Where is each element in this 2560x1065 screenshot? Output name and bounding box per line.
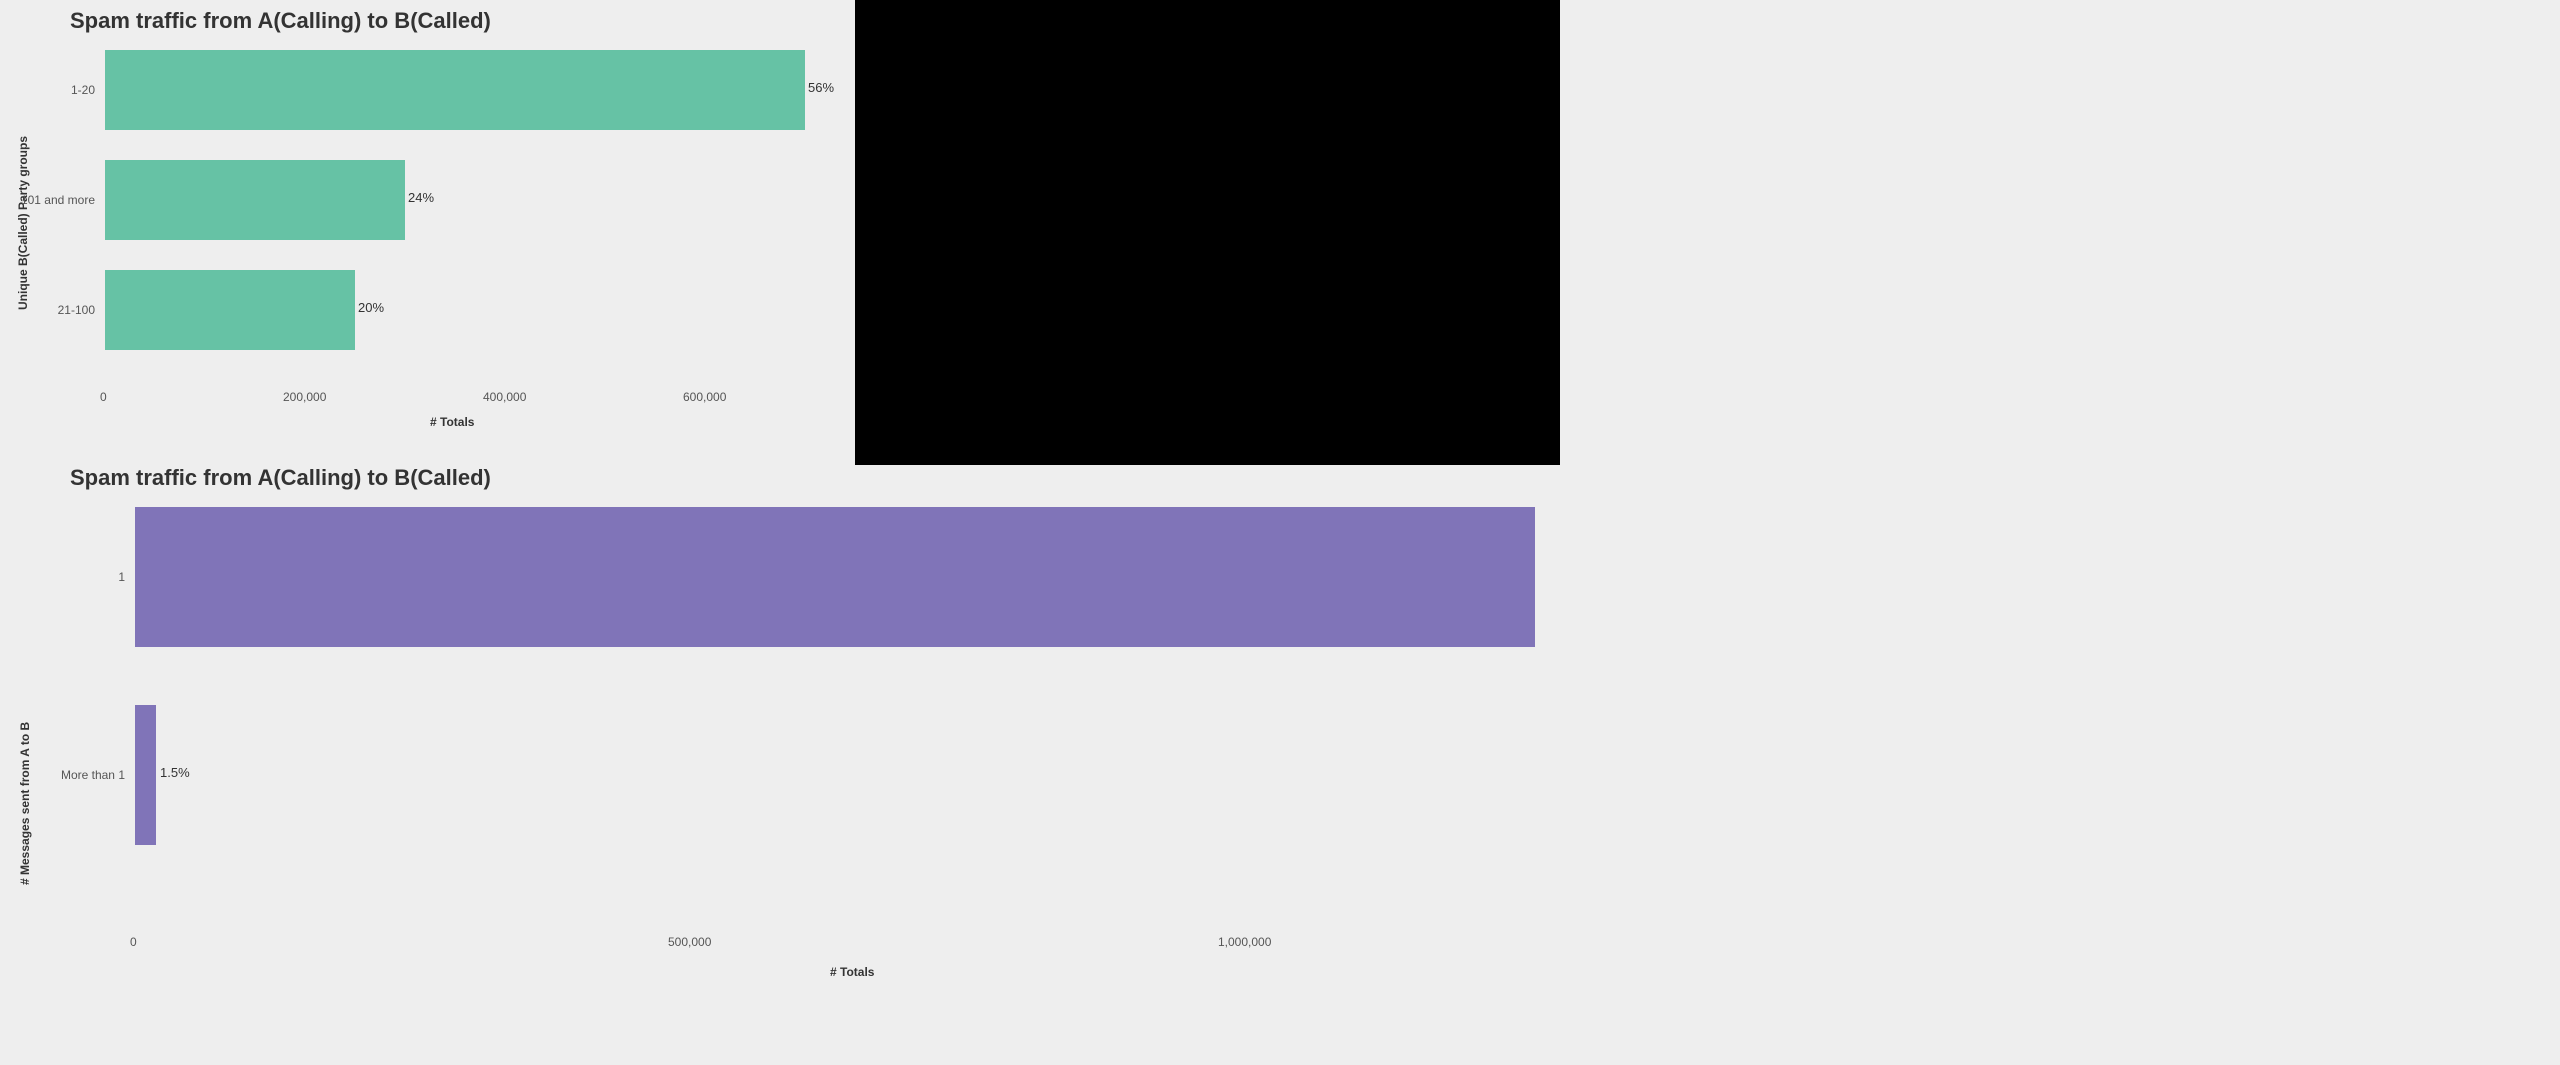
chart-bottom-y-tick-1: More than 1 — [0, 768, 125, 782]
chart-top-x-tick-2: 400,000 — [483, 390, 526, 404]
bar-top-1[interactable] — [105, 160, 405, 240]
chart-top-title: Spam traffic from A(Calling) to B(Called… — [70, 8, 491, 34]
chart-bottom: Spam traffic from A(Calling) to B(Called… — [0, 465, 1555, 1065]
bar-bottom-0[interactable] — [135, 507, 1535, 647]
chart-bottom-title: Spam traffic from A(Calling) to B(Called… — [70, 465, 491, 491]
chart-bottom-y-axis-label: # Messages sent from A to B — [18, 722, 32, 885]
bar-bottom-1[interactable] — [135, 705, 156, 845]
chart-top: Spam traffic from A(Calling) to B(Called… — [0, 0, 855, 465]
chart-bottom-x-axis-label: # Totals — [830, 965, 874, 979]
chart-bottom-x-tick-2: 1,000,000 — [1218, 935, 1271, 949]
chart-top-x-tick-0: 0 — [100, 390, 107, 404]
chart-bottom-x-tick-1: 500,000 — [668, 935, 711, 949]
bar-top-2[interactable] — [105, 270, 355, 350]
chart-top-y-tick-1: 101 and more — [0, 193, 95, 207]
chart-bottom-x-tick-0: 0 — [130, 935, 137, 949]
bar-bottom-1-label: 1.5% — [160, 765, 190, 780]
chart-top-y-axis-label: Unique B(Called) Party groups — [16, 136, 30, 310]
chart-bottom-y-tick-0: 1 — [0, 570, 125, 584]
chart-top-x-axis-label: # Totals — [430, 415, 474, 429]
bar-top-1-label: 24% — [408, 190, 434, 205]
chart-top-x-tick-1: 200,000 — [283, 390, 326, 404]
chart-top-y-tick-2: 21-100 — [0, 303, 95, 317]
chart-top-x-tick-3: 600,000 — [683, 390, 726, 404]
chart-top-y-tick-0: 1-20 — [0, 83, 95, 97]
bar-top-0-label: 56% — [808, 80, 834, 95]
bar-top-2-label: 20% — [358, 300, 384, 315]
bar-top-0[interactable] — [105, 50, 805, 130]
redacted-panel — [855, 0, 1560, 465]
